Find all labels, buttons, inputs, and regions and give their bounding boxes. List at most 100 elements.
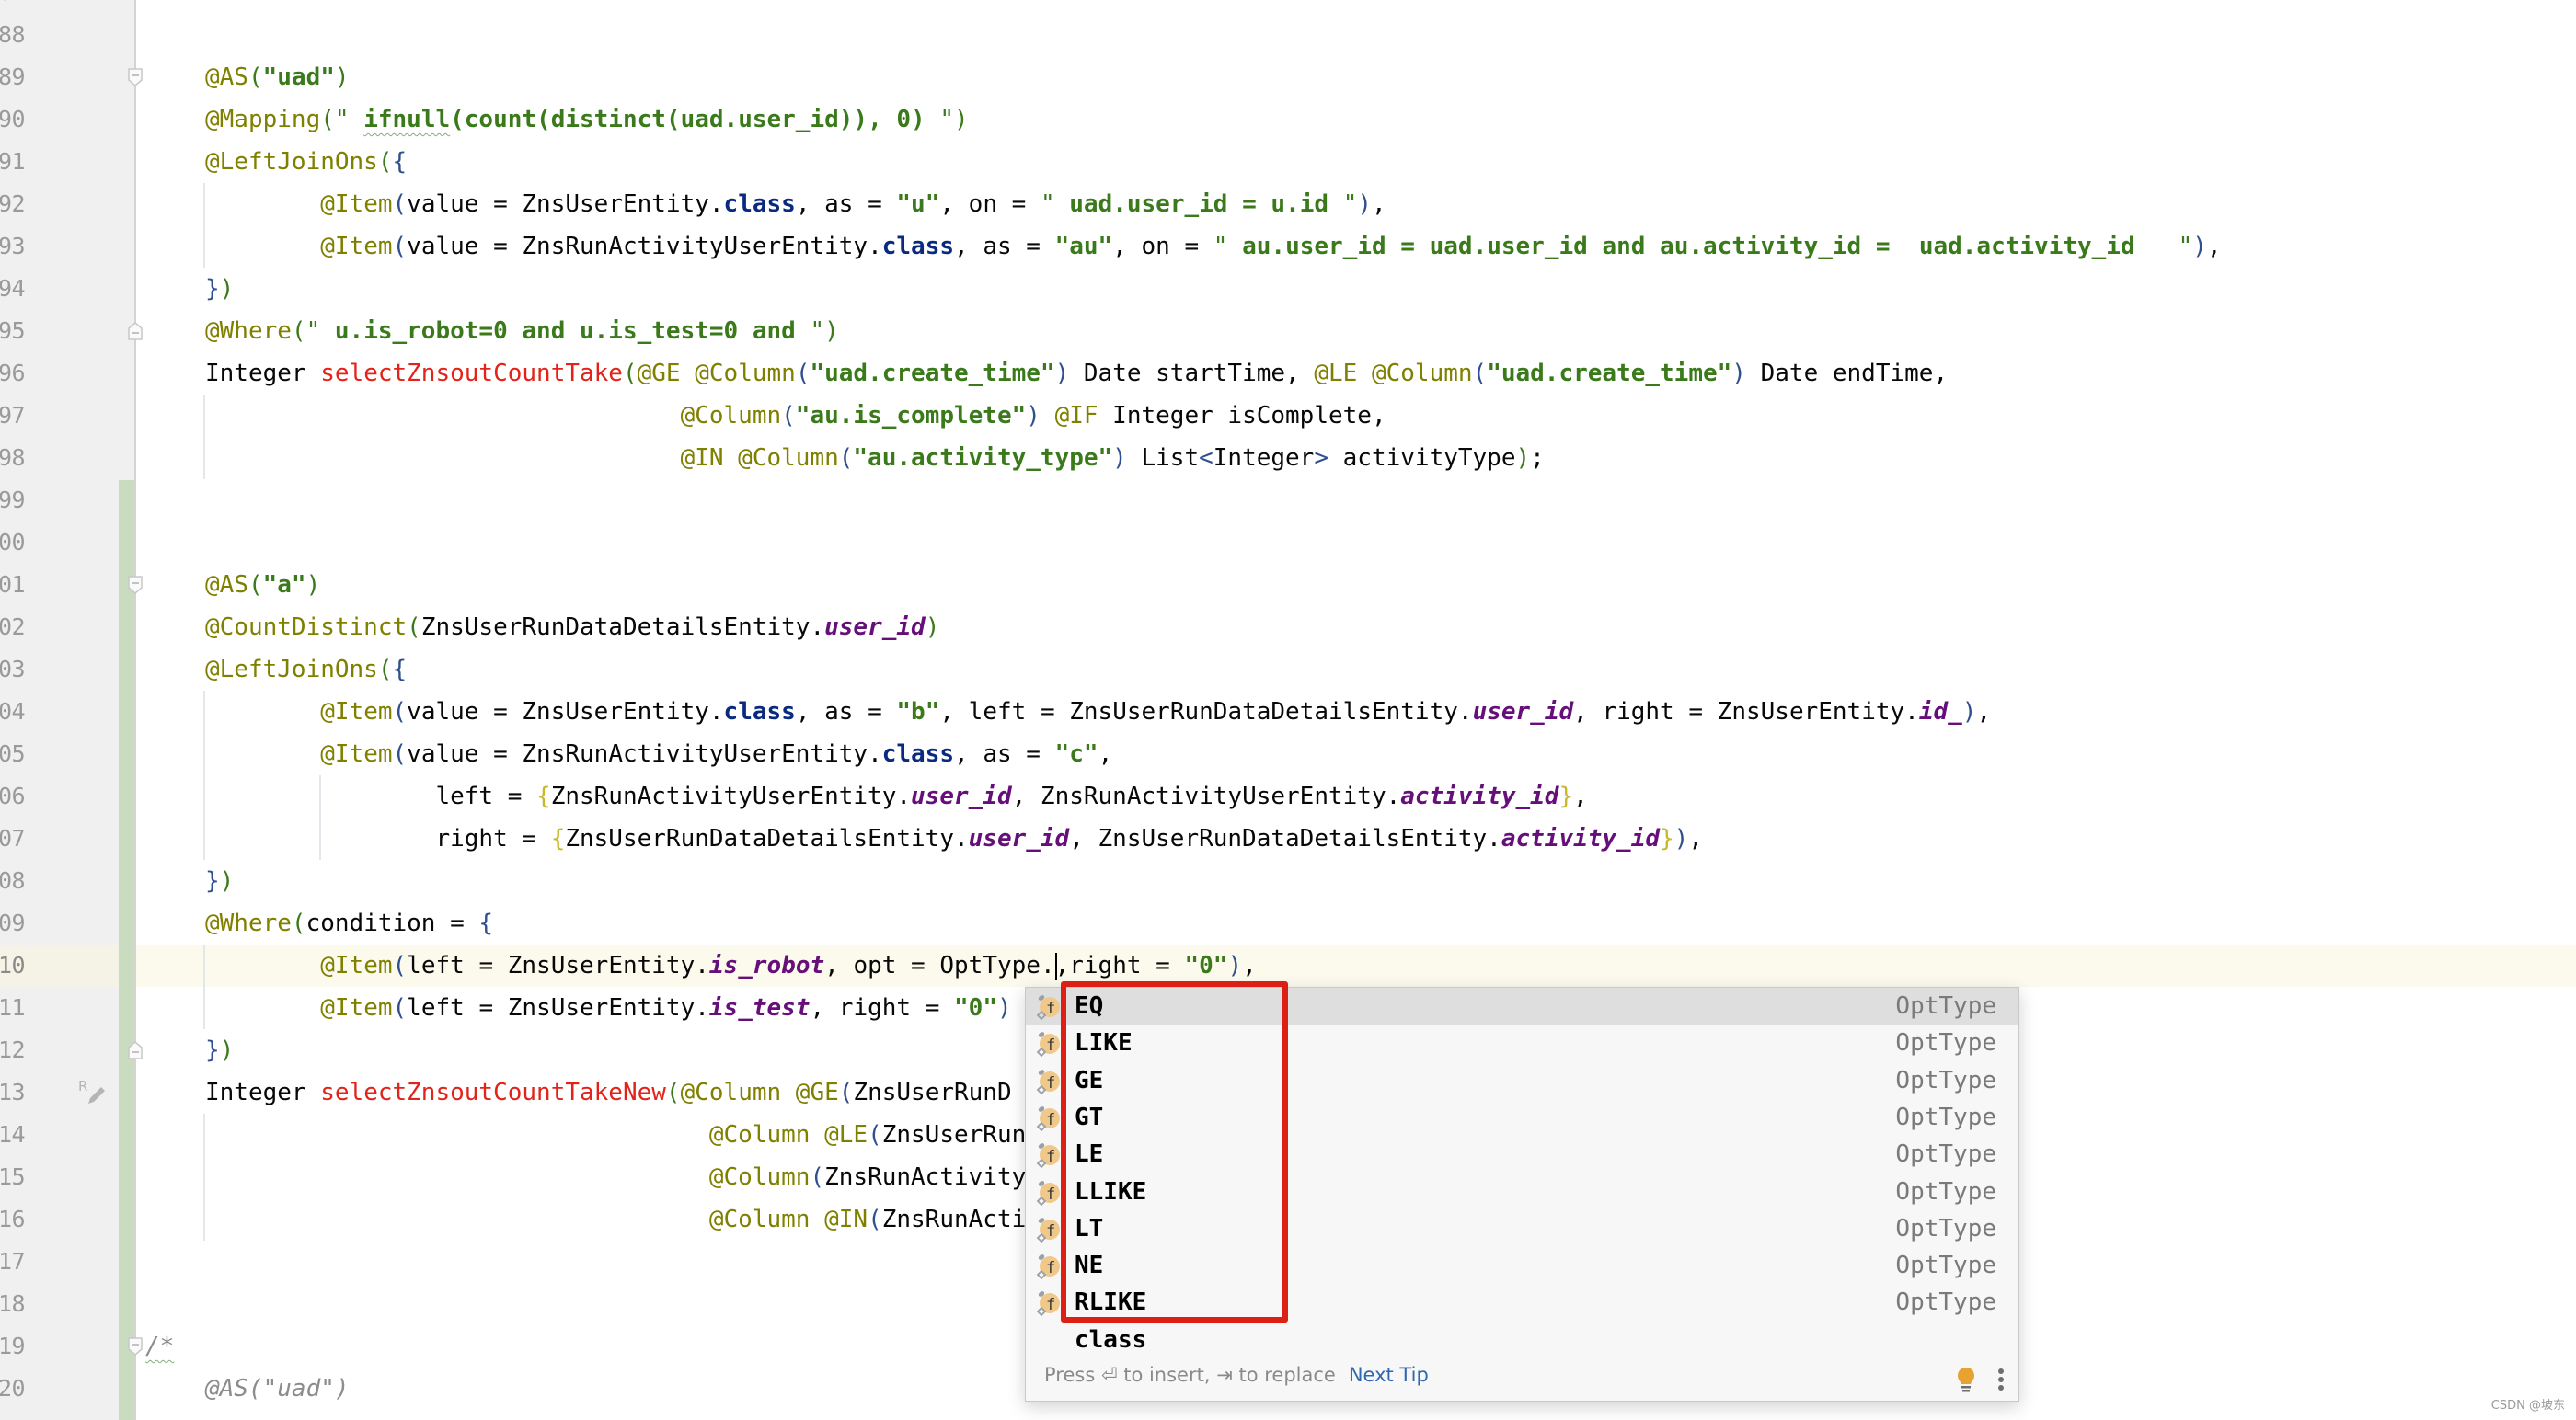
- code-token: value = ZnsRunActivityUserEntity.: [407, 740, 882, 768]
- completion-item-type: OptType: [1895, 1066, 1996, 1094]
- code-token: , on =: [1112, 233, 1213, 260]
- code-token: ): [997, 994, 1012, 1022]
- code-line[interactable]: @Where(condition = {: [205, 902, 493, 945]
- svg-text:f: f: [1046, 1296, 1055, 1314]
- code-line[interactable]: @AS("a"): [205, 564, 320, 606]
- code-line[interactable]: @Where(" u.is_robot=0 and u.is_test=0 an…: [205, 310, 839, 352]
- code-token: user_id: [911, 783, 1012, 810]
- code-token: activityType: [1328, 444, 1516, 472]
- code-token: is_robot: [708, 952, 825, 979]
- code-token: left = ZnsUserEntity.: [407, 952, 709, 979]
- code-line[interactable]: @Column(ZnsRunActivityU: [205, 1156, 1041, 1198]
- code-token: ): [954, 106, 969, 133]
- code-token: @LeftJoinOns: [205, 656, 378, 683]
- code-token: >: [1314, 444, 1328, 472]
- code-token: "u": [896, 190, 940, 218]
- fold-start-icon[interactable]: [128, 68, 143, 86]
- field-icon: f: [1035, 1141, 1061, 1169]
- code-token: activity_id: [1501, 825, 1661, 853]
- code-line[interactable]: @Column("au.is_complete") @IF Integer is…: [205, 395, 1386, 437]
- vcs-change-marker[interactable]: [119, 480, 134, 1420]
- code-token: , right = ZnsUserEntity.: [1573, 698, 1919, 726]
- code-line[interactable]: @Item(value = ZnsRunActivityUserEntity.c…: [205, 225, 2221, 268]
- code-line[interactable]: @Item(left = ZnsUserEntity.is_robot, opt…: [205, 945, 1257, 987]
- more-options-icon[interactable]: [1996, 1362, 2006, 1391]
- code-line[interactable]: }): [205, 1029, 234, 1071]
- line-number: 91: [0, 148, 26, 175]
- completion-item[interactable]: f NE OptType: [1026, 1247, 2018, 1284]
- code-line[interactable]: @AS("uad"): [205, 1368, 350, 1410]
- code-token: (: [407, 613, 421, 641]
- line-number: 19: [0, 1333, 26, 1359]
- code-line[interactable]: @Column @IN(ZnsRunActiv: [205, 1198, 1041, 1241]
- code-token: @LeftJoinOns: [205, 148, 378, 176]
- code-token: "uad.create_time": [1487, 360, 1732, 387]
- code-line[interactable]: @Column @LE(ZnsUserRunD: [205, 1114, 1041, 1156]
- svg-text:f: f: [1046, 1111, 1055, 1129]
- rename-refactor-icon[interactable]: R: [77, 1076, 109, 1107]
- code-line[interactable]: }): [205, 860, 234, 902]
- fold-end-icon[interactable]: [128, 322, 143, 340]
- completion-item[interactable]: f RLIKE OptType: [1026, 1284, 2018, 1321]
- fold-start-icon[interactable]: [128, 576, 143, 594]
- code-token: (: [247, 63, 263, 91]
- code-line[interactable]: @Item(value = ZnsRunActivityUserEntity.c…: [205, 733, 1112, 775]
- next-tip-link[interactable]: Next Tip: [1349, 1364, 1429, 1386]
- code-token: condition =: [305, 910, 479, 937]
- completion-item[interactable]: f LT OptType: [1026, 1210, 2018, 1247]
- completion-item[interactable]: f GT OptType: [1026, 1099, 2018, 1136]
- code-line[interactable]: @Item(value = ZnsUserEntity.class, as = …: [205, 691, 1991, 733]
- code-line[interactable]: Integer selectZnsoutCountTakeNew(@Column…: [205, 1071, 1012, 1114]
- code-line[interactable]: @IN @Column("au.activity_type") List<Int…: [205, 437, 1545, 479]
- completion-item[interactable]: f GE OptType: [1026, 1062, 2018, 1099]
- code-line[interactable]: @CountDistinct(ZnsUserRunDataDetailsEnti…: [205, 606, 939, 648]
- line-number: 97: [0, 402, 26, 429]
- code-token: @Item: [320, 190, 393, 218]
- code-line[interactable]: @LeftJoinOns({: [205, 648, 407, 691]
- completion-item-label: GT: [1075, 1103, 1104, 1131]
- code-line[interactable]: left = {ZnsRunActivityUserEntity.user_id…: [205, 775, 1587, 818]
- code-line[interactable]: @Item(value = ZnsUserEntity.class, as = …: [205, 183, 1386, 225]
- code-token: is_test: [708, 994, 811, 1022]
- code-token: activity_id: [1400, 783, 1559, 810]
- code-token: {: [536, 783, 551, 810]
- code-line[interactable]: right = {ZnsUserRunDataDetailsEntity.use…: [205, 818, 1703, 860]
- code-token: ifnull: [363, 106, 451, 133]
- code-line[interactable]: @Item(left = ZnsUserEntity.is_test, righ…: [205, 987, 1012, 1029]
- completion-item[interactable]: f EQ OptType: [1026, 988, 2018, 1025]
- code-token: @Item: [320, 994, 393, 1022]
- field-icon: f: [1035, 1030, 1061, 1058]
- svg-text:f: f: [1046, 1185, 1055, 1204]
- completion-item[interactable]: f LE OptType: [1026, 1136, 2018, 1173]
- code-token: ZnsRunActivityUserEntity.: [550, 783, 912, 810]
- code-line[interactable]: @Mapping(" ifnull(count(distinct(uad.use…: [205, 98, 969, 141]
- fold-start-icon[interactable]: [128, 1337, 143, 1356]
- code-line[interactable]: }): [205, 268, 234, 310]
- line-number: 87: [0, 0, 63, 14]
- code-completion-popup[interactable]: f EQ OptType f LIKE OptType f GE OptType f GT OptTy…: [1025, 987, 2019, 1402]
- lightbulb-icon[interactable]: [1956, 1362, 1976, 1392]
- code-token: , as =: [795, 698, 897, 726]
- code-token: ": [2178, 233, 2193, 260]
- code-token: ): [219, 867, 235, 895]
- svg-text:f: f: [1046, 1074, 1055, 1093]
- field-icon: f: [1035, 1289, 1061, 1317]
- fold-end-icon[interactable]: [128, 1041, 143, 1059]
- code-token: (: [810, 1163, 825, 1191]
- code-token: ): [925, 613, 940, 641]
- code-line[interactable]: @LeftJoinOns({: [205, 141, 407, 183]
- code-token: ): [1961, 698, 1977, 726]
- completion-item-label: LLIKE: [1075, 1177, 1147, 1206]
- code-line[interactable]: /*: [145, 1325, 174, 1368]
- code-line[interactable]: @AS("uad"): [205, 56, 350, 98]
- code-token: "uad.create_time": [810, 360, 1055, 387]
- code-token: Date startTime,: [1069, 360, 1315, 387]
- field-icon: f: [1035, 1253, 1061, 1280]
- code-line[interactable]: Integer selectZnsoutCountTake(@GE @Colum…: [205, 352, 1948, 395]
- svg-text:f: f: [1046, 1148, 1055, 1166]
- completion-item[interactable]: f LLIKE OptType: [1026, 1174, 2018, 1210]
- completion-item[interactable]: f LIKE OptType: [1026, 1025, 2018, 1061]
- line-number: 02: [0, 613, 26, 640]
